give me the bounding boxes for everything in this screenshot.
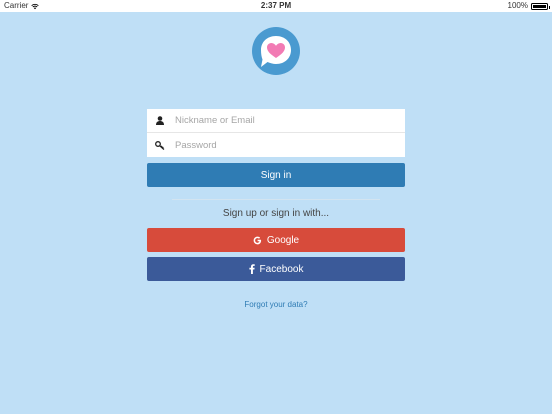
battery-percent: 100%: [507, 1, 528, 10]
facebook-label: Facebook: [259, 263, 304, 275]
facebook-signin-button[interactable]: Facebook: [147, 257, 405, 281]
status-right: 100%: [507, 0, 550, 12]
chat-bubble-heart-icon: [252, 27, 300, 75]
google-label: Google: [266, 234, 300, 246]
login-form: [147, 109, 405, 157]
sign-in-label: Sign in: [260, 169, 292, 181]
password-field: [147, 133, 405, 157]
password-input[interactable]: [173, 134, 405, 156]
key-icon: [147, 140, 173, 150]
nickname-field: [147, 109, 405, 133]
status-time: 2:37 PM: [260, 1, 292, 10]
battery-icon: [531, 3, 550, 10]
signup-prompt: Sign up or sign in with...: [222, 208, 330, 219]
nickname-input[interactable]: [173, 109, 405, 132]
status-bar: Carrier 2:37 PM 100%: [0, 0, 552, 12]
sign-in-button[interactable]: Sign in: [147, 163, 405, 187]
facebook-icon: [248, 264, 255, 274]
google-icon: [253, 236, 261, 244]
google-signin-button[interactable]: Google: [147, 228, 405, 252]
user-icon: [147, 116, 173, 125]
divider: [172, 199, 380, 200]
forgot-data-link[interactable]: Forgot your data?: [0, 300, 552, 309]
